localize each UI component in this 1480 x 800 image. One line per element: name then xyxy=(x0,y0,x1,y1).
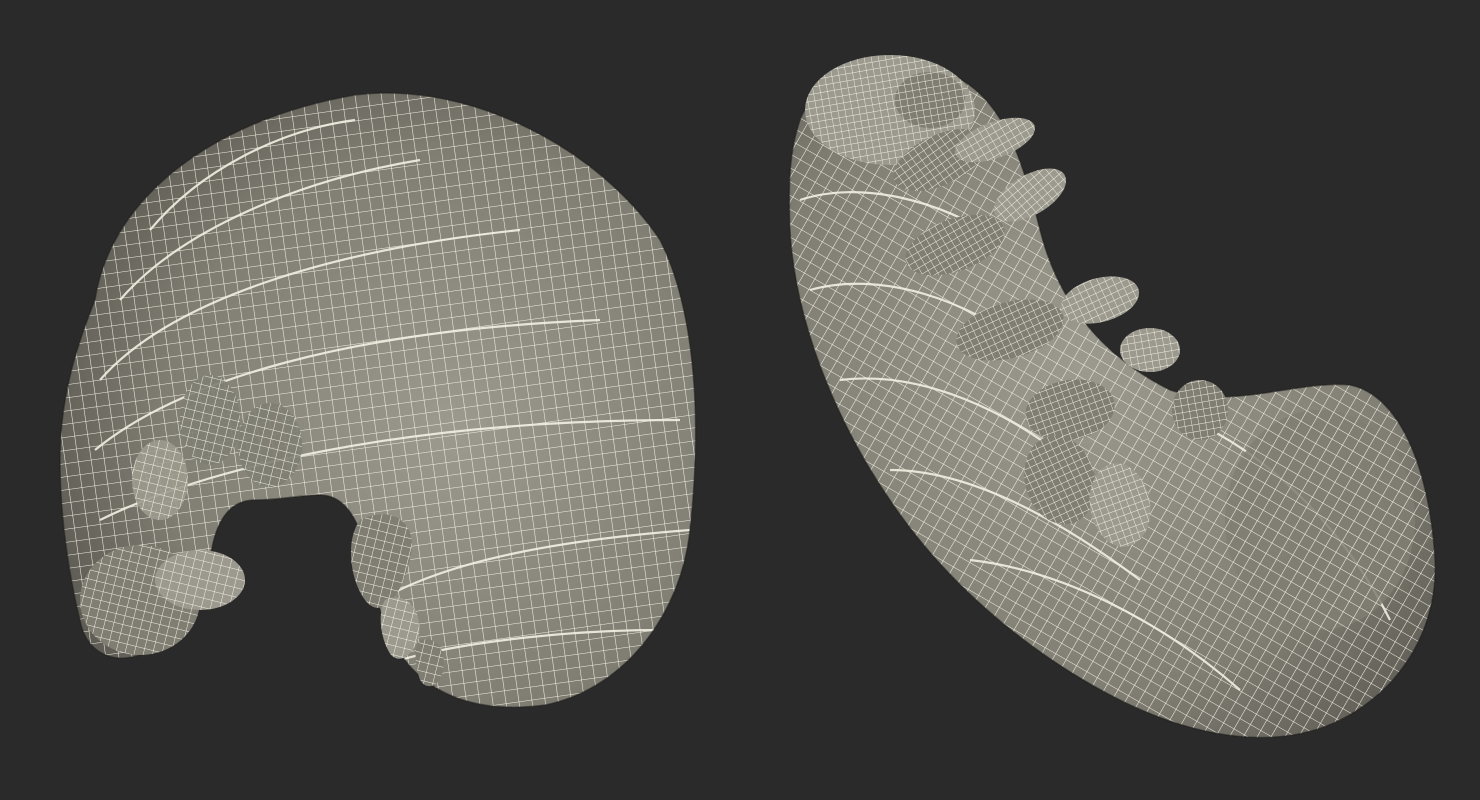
larva-body xyxy=(59,92,697,708)
larva-underside-view xyxy=(740,0,1480,800)
larva-side-view xyxy=(0,0,740,800)
larva-side-view-svg xyxy=(59,92,697,708)
larva-underside-view-svg xyxy=(788,55,1436,739)
render-canvas xyxy=(0,0,1480,800)
larva-head xyxy=(80,545,245,655)
larva-tail-segment xyxy=(1225,410,1415,630)
